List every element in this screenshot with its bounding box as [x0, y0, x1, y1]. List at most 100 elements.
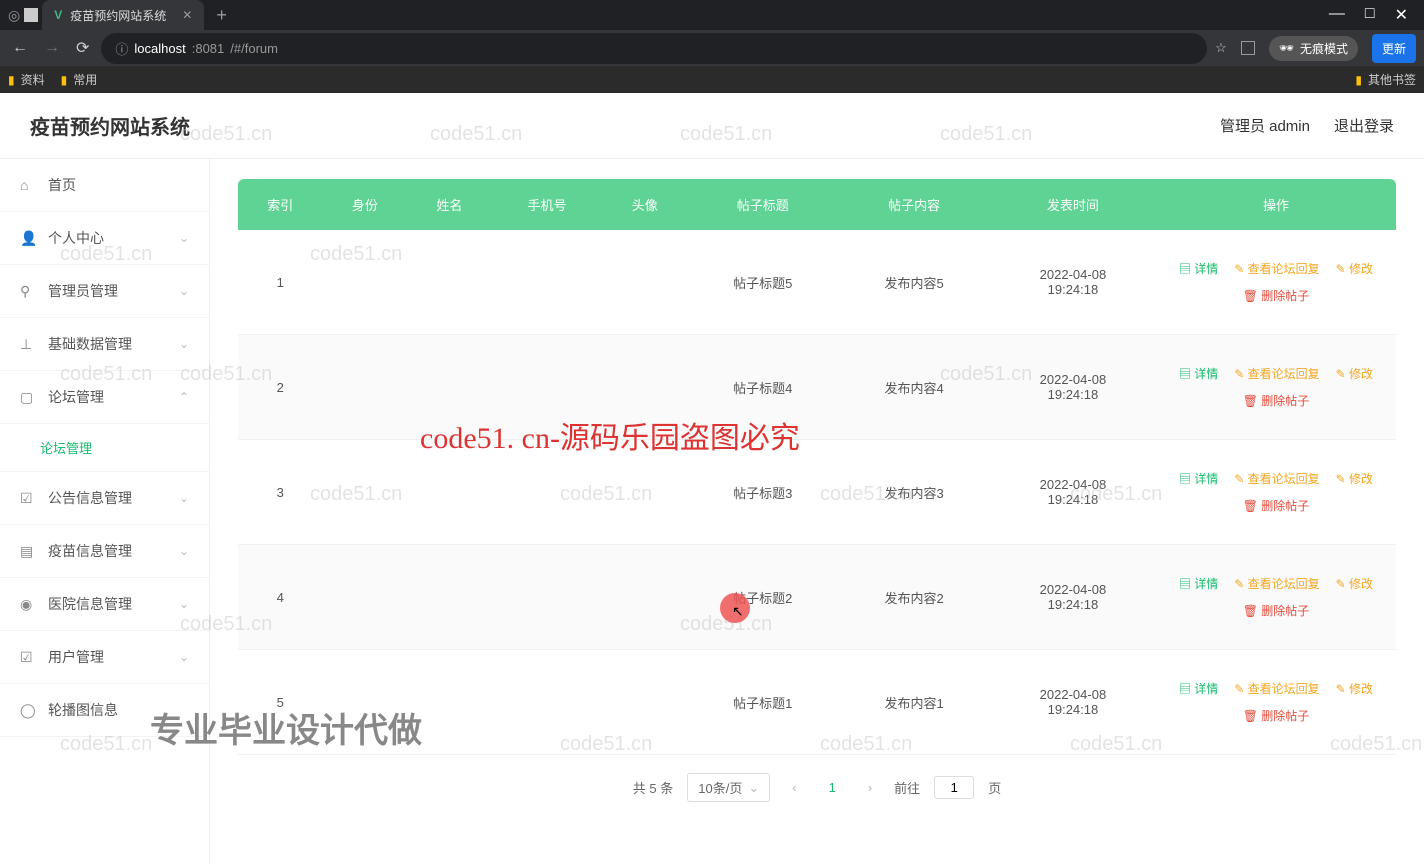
mic-icon: ⚲ — [20, 283, 36, 300]
pagination-prev-button[interactable]: ‹ — [784, 776, 804, 799]
op-delete-link[interactable]: 🗑 删除帖子 — [1243, 287, 1310, 304]
bookmark-item-1[interactable]: ▮资料 — [8, 71, 45, 88]
extensions-icon[interactable] — [1241, 41, 1255, 55]
op-reply-link[interactable]: ✎ 查看论坛回复 — [1234, 365, 1319, 382]
op-delete-link[interactable]: 🗑 删除帖子 — [1243, 602, 1310, 619]
cell-time: 2022-04-0819:24:18 — [990, 335, 1156, 440]
browser-tab-active[interactable]: V 疫苗预约网站系统 ✕ — [42, 0, 204, 30]
sidebar-item-vaccine[interactable]: ▤疫苗信息管理⌄ — [0, 525, 209, 578]
th-op: 操作 — [1156, 179, 1396, 230]
pagination-goto-input[interactable] — [934, 776, 974, 799]
logout-link[interactable]: 退出登录 — [1334, 115, 1394, 136]
th-content[interactable]: 帖子内容 — [838, 179, 989, 230]
cell-ops: ▤ 详情 ✎ 查看论坛回复 ✎ 修改 🗑 删除帖子 — [1156, 335, 1396, 440]
nav-reload-icon[interactable]: ⟳ — [72, 34, 93, 62]
sidebar-item-notice[interactable]: ☑公告信息管理⌄ — [0, 472, 209, 525]
url-host: localhost — [134, 41, 185, 56]
chevron-down-icon: ⌄ — [179, 337, 189, 351]
browser-tab-bar: ◎ V 疫苗预约网站系统 ✕ + — □ ✕ — [0, 0, 1424, 30]
window-minimize-icon[interactable]: — — [1329, 5, 1345, 25]
bookmark-bar: ▮资料 ▮常用 ▮其他书签 — [0, 66, 1424, 93]
op-reply-link[interactable]: ✎ 查看论坛回复 — [1234, 260, 1319, 277]
op-detail-link[interactable]: ▤ 详情 — [1179, 470, 1218, 487]
op-edit-link[interactable]: ✎ 修改 — [1336, 365, 1373, 382]
site-info-icon[interactable]: ⓘ — [115, 39, 128, 58]
op-delete-link[interactable]: 🗑 删除帖子 — [1243, 392, 1310, 409]
th-identity[interactable]: 身份 — [323, 179, 408, 230]
th-avatar[interactable]: 头像 — [602, 179, 687, 230]
bookmark-star-icon[interactable]: ☆ — [1215, 40, 1227, 56]
cell-content: 发布内容4 — [838, 335, 989, 440]
forum-table: 索引 身份 姓名 手机号 头像 帖子标题 帖子内容 发表时间 操作 1 帖子标题5… — [238, 179, 1396, 755]
sidebar-item-home[interactable]: ⌂首页 — [0, 159, 209, 212]
sidebar-item-personal[interactable]: 👤个人中心⌄ — [0, 212, 209, 265]
cell-title: 帖子标题3 — [687, 440, 838, 545]
sidebar: ⌂首页 👤个人中心⌄ ⚲管理员管理⌄ ⊥基础数据管理⌄ ▢论坛管理⌃ 论坛管理 … — [0, 159, 210, 864]
sidebar-item-admin[interactable]: ⚲管理员管理⌄ — [0, 265, 209, 318]
sidebar-item-user[interactable]: ☑用户管理⌄ — [0, 631, 209, 684]
cell-content: 发布内容2 — [838, 545, 989, 650]
cell-content: 发布内容5 — [838, 230, 989, 335]
op-detail-link[interactable]: ▤ 详情 — [1179, 680, 1218, 697]
th-phone[interactable]: 手机号 — [492, 179, 603, 230]
cell-ops: ▤ 详情 ✎ 查看论坛回复 ✎ 修改 🗑 删除帖子 — [1156, 650, 1396, 755]
op-reply-link[interactable]: ✎ 查看论坛回复 — [1234, 575, 1319, 592]
sidebar-item-carousel[interactable]: ◯轮播图信息 — [0, 684, 209, 737]
folder-icon: ▮ — [8, 73, 15, 87]
op-delete-link[interactable]: 🗑 删除帖子 — [1243, 707, 1310, 724]
pagination-current-page[interactable]: 1 — [819, 776, 846, 799]
sidebar-item-forum[interactable]: ▢论坛管理⌃ — [0, 371, 209, 424]
cell-index: 4 — [238, 545, 323, 650]
op-reply-link[interactable]: ✎ 查看论坛回复 — [1234, 680, 1319, 697]
pagination-next-button[interactable]: › — [860, 776, 880, 799]
sidebar-item-basic[interactable]: ⊥基础数据管理⌄ — [0, 318, 209, 371]
url-input[interactable]: ⓘ localhost:8081/#/forum — [101, 33, 1207, 64]
close-tab-icon[interactable]: ✕ — [182, 8, 192, 22]
op-edit-link[interactable]: ✎ 修改 — [1336, 470, 1373, 487]
cell-identity — [323, 650, 408, 755]
cell-index: 1 — [238, 230, 323, 335]
notice-icon: ☑ — [20, 490, 36, 507]
op-detail-link[interactable]: ▤ 详情 — [1179, 260, 1218, 277]
cell-content: 发布内容1 — [838, 650, 989, 755]
th-title[interactable]: 帖子标题 — [687, 179, 838, 230]
bookmark-item-2[interactable]: ▮常用 — [61, 71, 98, 88]
cell-phone — [492, 545, 603, 650]
sidebar-subitem-forum[interactable]: 论坛管理 — [0, 424, 209, 472]
cell-phone — [492, 335, 603, 440]
vaccine-icon: ▤ — [20, 543, 36, 560]
table-row: 2帖子标题4发布内容42022-04-0819:24:18▤ 详情✎ 查看论坛回… — [238, 335, 1396, 440]
op-detail-link[interactable]: ▤ 详情 — [1179, 575, 1218, 592]
app-title: 疫苗预约网站系统 — [30, 111, 190, 140]
th-time[interactable]: 发表时间 — [990, 179, 1156, 230]
usermgmt-icon: ☑ — [20, 649, 36, 666]
op-edit-link[interactable]: ✎ 修改 — [1336, 260, 1373, 277]
cell-avatar — [602, 440, 687, 545]
new-tab-button[interactable]: + — [208, 5, 235, 26]
user-label[interactable]: 管理员 admin — [1220, 115, 1310, 136]
cell-avatar — [602, 335, 687, 440]
window-close-icon[interactable]: ✕ — [1395, 5, 1408, 25]
op-edit-link[interactable]: ✎ 修改 — [1336, 680, 1373, 697]
sidebar-item-hospital[interactable]: ◉医院信息管理⌄ — [0, 578, 209, 631]
table-row: 1帖子标题5发布内容52022-04-0819:24:18▤ 详情✎ 查看论坛回… — [238, 230, 1396, 335]
data-icon: ⊥ — [20, 336, 36, 353]
update-button[interactable]: 更新 — [1372, 34, 1416, 63]
th-name[interactable]: 姓名 — [407, 179, 492, 230]
nav-forward-icon[interactable]: → — [40, 35, 64, 61]
url-path: /#/forum — [230, 41, 278, 56]
op-edit-link[interactable]: ✎ 修改 — [1336, 575, 1373, 592]
pagination-pagesize-select[interactable]: 10条/页 ⌄ — [687, 773, 770, 802]
op-delete-link[interactable]: 🗑 删除帖子 — [1243, 497, 1310, 514]
cell-title: 帖子标题5 — [687, 230, 838, 335]
th-index[interactable]: 索引 — [238, 179, 323, 230]
op-reply-link[interactable]: ✎ 查看论坛回复 — [1234, 470, 1319, 487]
bookmark-other[interactable]: ▮其他书签 — [1355, 71, 1416, 88]
nav-back-icon[interactable]: ← — [8, 35, 32, 61]
forum-icon: ▢ — [20, 389, 36, 406]
table-row: 4帖子标题2发布内容22022-04-0819:24:18▤ 详情✎ 查看论坛回… — [238, 545, 1396, 650]
table-row: 3帖子标题3发布内容32022-04-0819:24:18▤ 详情✎ 查看论坛回… — [238, 440, 1396, 545]
cell-name — [407, 650, 492, 755]
window-maximize-icon[interactable]: □ — [1365, 5, 1375, 25]
op-detail-link[interactable]: ▤ 详情 — [1179, 365, 1218, 382]
